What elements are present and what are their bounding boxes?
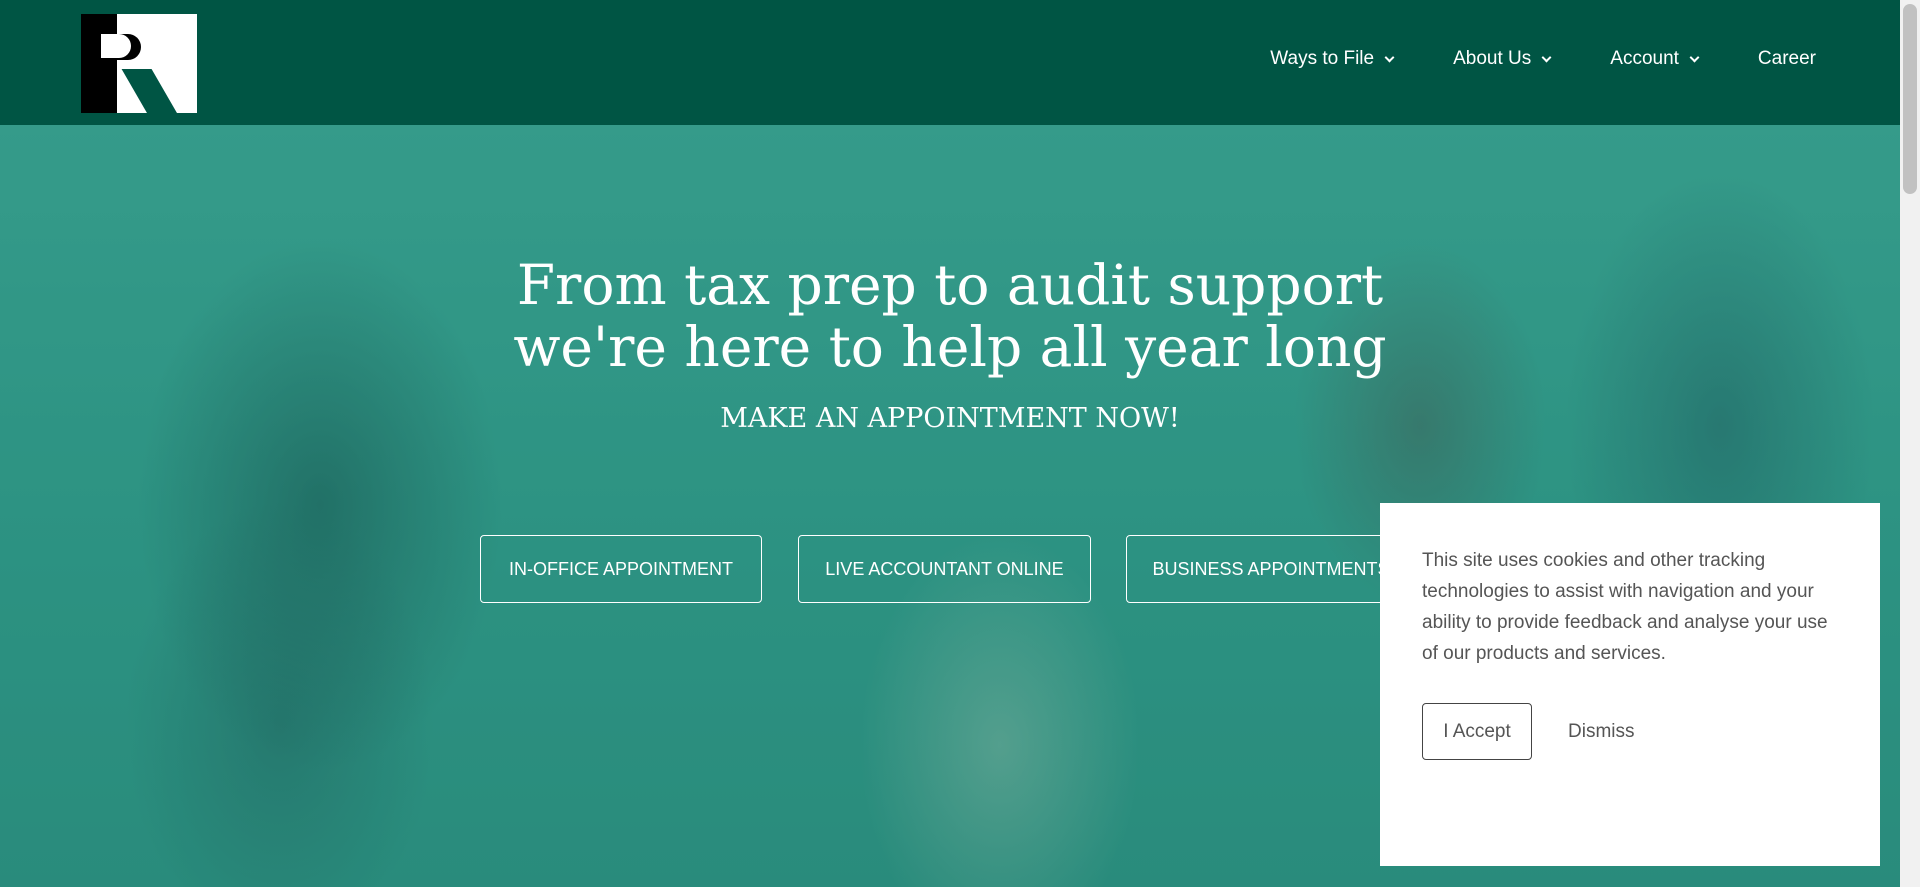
nav-item-label: Ways to File (1270, 48, 1375, 69)
chevron-down-icon (1541, 52, 1552, 62)
live-accountant-online-button[interactable]: LIVE ACCOUNTANT ONLINE (798, 535, 1091, 603)
nav-account[interactable]: Account (1610, 48, 1700, 70)
site-header: Ways to File About Us Account Career (0, 0, 1900, 125)
chevron-down-icon (1384, 52, 1395, 62)
hero-title-line-1: From tax prep to audit support (516, 253, 1384, 317)
page-scrollbar[interactable] (1900, 0, 1920, 887)
cookie-consent-banner: This site uses cookies and other trackin… (1380, 503, 1880, 866)
chevron-down-icon (1689, 52, 1700, 62)
hero-title: From tax prep to audit support we're her… (0, 254, 1900, 378)
brand-logo[interactable] (81, 14, 197, 113)
hero-subtitle: MAKE AN APPOINTMENT NOW! (720, 403, 1180, 434)
scrollbar-thumb[interactable] (1903, 4, 1917, 194)
accept-cookies-button[interactable]: I Accept (1422, 703, 1532, 760)
main-nav: Ways to File About Us Account Career (1210, 48, 1816, 70)
nav-ways-to-file[interactable]: Ways to File (1270, 48, 1395, 70)
hero-title-line-2: we're here to help all year long (513, 315, 1387, 379)
cookie-actions: I Accept Dismiss (1422, 703, 1838, 760)
nav-career[interactable]: Career (1758, 48, 1816, 70)
nav-item-label: Account (1610, 48, 1679, 69)
in-office-appointment-button[interactable]: IN-OFFICE APPOINTMENT (480, 535, 762, 603)
business-appointments-button[interactable]: BUSINESS APPOINTMENTS (1126, 535, 1416, 603)
cookie-message: This site uses cookies and other trackin… (1422, 550, 1828, 664)
nav-item-label: About Us (1453, 48, 1532, 69)
dismiss-cookies-button[interactable]: Dismiss (1568, 721, 1635, 743)
nav-item-label: Career (1757, 48, 1816, 69)
nav-about-us[interactable]: About Us (1453, 48, 1552, 70)
